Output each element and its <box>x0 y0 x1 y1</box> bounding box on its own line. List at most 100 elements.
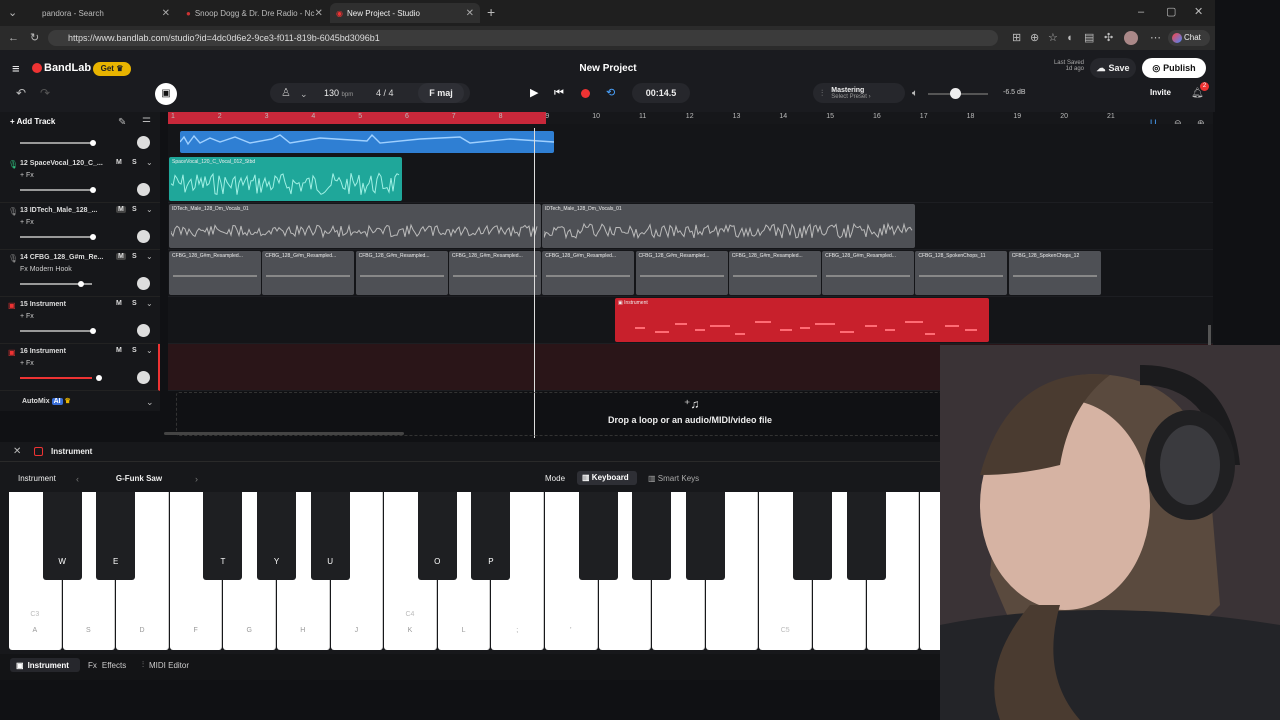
piano-black-key[interactable]: T <box>203 492 243 580</box>
track-name[interactable]: 12 SpaceVocal_120_C_... <box>20 160 103 167</box>
track-fx[interactable]: + Fx <box>20 360 34 367</box>
menu-dots-icon[interactable]: ⋯ <box>1150 32 1161 44</box>
chevron-down-icon[interactable]: ⌄ <box>300 88 308 100</box>
new-tab-icon[interactable]: + <box>487 5 495 19</box>
track-volume-slider[interactable] <box>20 189 92 191</box>
invite-button[interactable]: Invite <box>1150 88 1171 97</box>
loop-icon[interactable]: ⟲ <box>606 87 615 99</box>
mute-button[interactable]: M <box>116 253 126 260</box>
track-fx[interactable]: + Fx <box>20 219 34 226</box>
project-title[interactable]: New Project <box>540 63 676 74</box>
close-icon[interactable]: ✕ <box>466 8 474 19</box>
close-icon[interactable]: ✕ <box>162 8 170 19</box>
solo-button[interactable]: S <box>132 347 137 354</box>
hamburger-menu-icon[interactable]: ≡ <box>12 62 20 75</box>
track-fx[interactable]: + Fx <box>20 313 34 320</box>
save-button[interactable]: ☁ Save <box>1090 58 1136 78</box>
minimize-icon[interactable]: – <box>1138 6 1144 18</box>
mic-icon[interactable]: ◖ <box>1066 32 1073 44</box>
volume-icon[interactable]: 🔈︎ <box>912 88 918 100</box>
install-icon[interactable]: ⊞ <box>1012 32 1021 44</box>
track-fx[interactable]: Fx Modern Hook <box>20 266 72 273</box>
piano-black-key[interactable]: E <box>96 492 136 580</box>
piano-black-key[interactable] <box>846 492 886 580</box>
audio-clip-idtech-1[interactable]: IDTech_Male_128_Dm_Vocals_01 <box>169 204 541 248</box>
chevron-down-icon[interactable]: ⌄ <box>146 346 153 355</box>
mute-button[interactable]: M <box>116 159 122 166</box>
audio-clip-idtech-2[interactable]: IDTech_Male_128_Dm_Vocals_01 <box>542 204 915 248</box>
chevron-down-icon[interactable]: ⌄ <box>146 396 154 408</box>
track-volume-handle[interactable] <box>90 234 96 240</box>
track-header-16[interactable]: ▣ 16 Instrument + Fx M S ⌄ <box>0 344 160 391</box>
solo-button[interactable]: S <box>132 206 137 213</box>
undo-icon[interactable]: ↶ <box>16 87 26 99</box>
audio-clip-cfbg[interactable]: CFBG_128_SpokenChops_11 <box>915 251 1008 295</box>
piano-black-key[interactable] <box>793 492 832 580</box>
piano-black-key[interactable] <box>685 492 725 580</box>
reload-icon[interactable]: ↻ <box>30 32 39 44</box>
pan-knob[interactable] <box>137 230 150 243</box>
tab-list-icon[interactable]: ⌄ <box>8 7 17 19</box>
piano-black-key[interactable] <box>578 492 618 580</box>
tab-instrument[interactable]: ▣ Instrument <box>10 658 80 672</box>
zoom-icon[interactable]: ⊕ <box>1030 32 1039 44</box>
midi-clip-instrument[interactable]: ▣ Instrument <box>615 298 989 342</box>
prev-preset-icon[interactable]: ‹ <box>76 473 79 485</box>
pan-knob[interactable] <box>137 277 150 290</box>
track-name[interactable]: 13 IDTech_Male_128_... <box>20 207 97 214</box>
extensions-icon[interactable]: ▤ <box>1084 32 1094 44</box>
mute-button[interactable]: M <box>116 300 122 307</box>
audio-clip-cfbg[interactable]: CFBG_128_G#m_Resampled... <box>169 251 261 295</box>
track-header-14[interactable]: 🎙︎ 14 CFBG_128_G#m_Re... Fx Modern Hook M S ⌄ <box>0 250 160 297</box>
smart-keys-button[interactable]: ▥ Smart Keys <box>648 474 699 483</box>
chevron-down-icon[interactable]: ⌄ <box>146 299 153 308</box>
audio-clip-cfbg[interactable]: CFBG_128_SpokenChops_12 <box>1008 251 1101 295</box>
pan-knob[interactable] <box>137 324 150 337</box>
star-icon[interactable]: ☆ <box>1048 32 1058 44</box>
tab-studio[interactable]: ◉ New Project - Studio ✕ <box>330 3 480 23</box>
track-volume-handle[interactable] <box>90 140 96 146</box>
track-fx[interactable]: + Fx <box>20 172 34 179</box>
horizontal-scrollbar[interactable] <box>164 432 404 435</box>
track-volume-slider[interactable] <box>20 236 92 238</box>
metronome-icon[interactable]: ♙ <box>281 87 291 99</box>
audio-clip-cfbg[interactable]: CFBG_128_G#m_Resampled... <box>448 251 541 295</box>
puzzle-icon[interactable]: ✣ <box>1104 32 1113 44</box>
chevron-down-icon[interactable]: ⌄ <box>146 205 153 214</box>
time-signature-field[interactable]: 4 / 4 <box>376 88 394 98</box>
maximize-icon[interactable]: ▢ <box>1166 6 1176 18</box>
back-icon[interactable]: ← <box>8 32 19 44</box>
keyboard-mode-button[interactable]: ▥ Keyboard <box>577 471 637 485</box>
window-close-icon[interactable]: ✕ <box>1194 6 1203 18</box>
chevron-down-icon[interactable]: ⌄ <box>146 158 153 167</box>
get-membership-button[interactable]: Get ♛ <box>93 62 131 76</box>
piano-black-key[interactable]: W <box>42 492 82 580</box>
track-header-13[interactable]: 🎙︎ 13 IDTech_Male_128_... + Fx M S ⌄ <box>0 203 160 250</box>
track-header-15[interactable]: ▣ 15 Instrument + Fx M S ⌄ <box>0 297 160 344</box>
audio-clip-cfbg[interactable]: CFBG_128_G#m_Resampled... <box>822 251 915 295</box>
next-preset-icon[interactable]: › <box>195 473 198 485</box>
profile-avatar[interactable] <box>1124 31 1138 45</box>
solo-button[interactable]: S <box>132 253 137 260</box>
solo-button[interactable]: S <box>132 300 137 307</box>
key-field[interactable]: F maj <box>418 83 464 103</box>
loop-region[interactable] <box>168 112 546 124</box>
automix-label[interactable]: AutoMix AI ♛ <box>22 397 71 405</box>
track-name[interactable]: 14 CFBG_128_G#m_Re... <box>20 254 103 261</box>
piano-black-key[interactable]: Y <box>257 492 296 580</box>
audio-clip-spacevocal[interactable]: SpaceVocal_120_C_Vocal_012_Stbd <box>169 157 402 201</box>
tempo-field[interactable]: 130 bpm <box>324 88 353 98</box>
track-volume-handle[interactable] <box>78 281 84 287</box>
piano-black-key[interactable]: P <box>471 492 511 580</box>
tab-effects[interactable]: Fx Effects <box>88 658 126 672</box>
bandlab-logo[interactable]: BandLab <box>44 62 91 74</box>
track-volume-handle[interactable] <box>96 375 102 381</box>
tab-radio[interactable]: ● Snoop Dogg & Dr. Dre Radio - Nc ✕ <box>180 3 326 23</box>
pan-knob[interactable] <box>137 136 150 149</box>
track-volume-handle[interactable] <box>90 187 96 193</box>
audio-clip-blue[interactable] <box>180 131 554 153</box>
publish-button[interactable]: ◎ Publish <box>1142 58 1206 78</box>
track-volume-slider[interactable] <box>20 377 92 379</box>
track-volume-slider[interactable] <box>20 330 92 332</box>
solo-button[interactable]: S <box>132 159 137 166</box>
